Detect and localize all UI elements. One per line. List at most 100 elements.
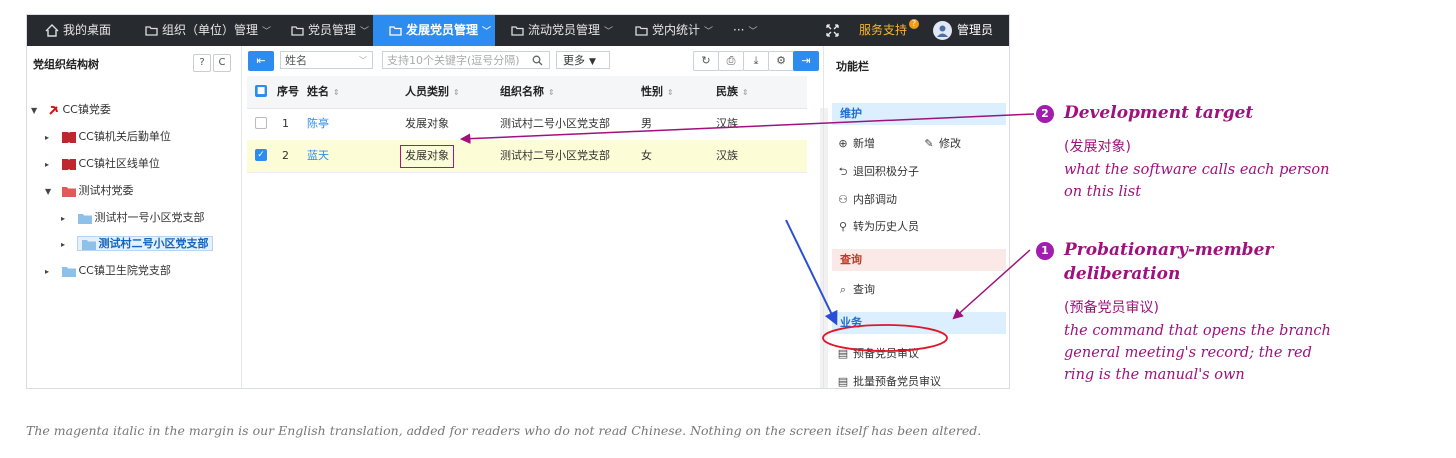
more-button[interactable]: 更多 ▼ (556, 51, 610, 69)
org-tree-panel: 党组织结构树 ? C ▼ CC镇党委 ▸ CC镇机关后勤单位 ▸ CC镇社区线单… (27, 46, 242, 388)
tree-node-test-village[interactable]: ▼ 测试村党委 (45, 181, 134, 201)
chevron-down-icon: ﹀ (604, 27, 614, 37)
folder-icon (81, 239, 96, 250)
return-activist-button[interactable]: ⮌ 退回积极分子 (836, 163, 919, 182)
annotation-line: the command that opens the branch (1064, 323, 1331, 339)
tree-node-branch-2[interactable]: ▸ 测试村二号小区党支部 (61, 234, 213, 254)
book-icon (61, 132, 76, 143)
sort-icon[interactable]: ⇕ (548, 88, 555, 97)
nav-desktop[interactable]: 我的桌面 (45, 15, 111, 46)
col-name[interactable]: 姓名 ⇕ (307, 76, 340, 109)
caret-down-icon[interactable]: ▼ (45, 182, 57, 202)
collapse-tree-button[interactable]: ⇤ (248, 51, 274, 71)
search-icon[interactable] (532, 55, 543, 66)
section-business: 业务 (832, 312, 1006, 334)
add-label: 新增 (853, 137, 875, 150)
service-support-link[interactable]: 服务支持 (859, 15, 907, 46)
sort-icon[interactable]: ⇕ (333, 88, 340, 97)
col-org[interactable]: 组织名称 ⇕ (500, 76, 555, 109)
annotation-line: on this list (1064, 184, 1142, 200)
tree-node-community[interactable]: ▸ CC镇社区线单位 (45, 154, 160, 174)
batch-probationary-review-button[interactable]: ▤ 批量预备党员审议 (836, 373, 941, 388)
caret-down-icon: ▼ (589, 57, 596, 67)
search-field-select[interactable]: 姓名 ﹀ (280, 51, 373, 69)
cell-ethnicity: 汉族 (716, 149, 738, 162)
row-checkbox[interactable]: ✓ (255, 149, 267, 161)
caret-right-icon[interactable]: ▸ (45, 128, 57, 148)
refresh-tree-button[interactable]: C (213, 54, 231, 72)
tree-node-label: CC镇卫生院党支部 (78, 264, 171, 277)
probationary-review-button[interactable]: ▤ 预备党员审议 (836, 345, 919, 361)
cell-org: 测试村二号小区党支部 (500, 117, 610, 130)
to-history-label: 转为历史人员 (853, 220, 919, 233)
settings-icon[interactable]: ⚙ (768, 51, 794, 71)
nav-development[interactable]: 发展党员管理 ﹀ (373, 15, 495, 46)
tree-node-logistics[interactable]: ▸ CC镇机关后勤单位 (45, 127, 171, 147)
export-icon[interactable]: ⤓ (743, 51, 769, 71)
cell-name-link[interactable]: 陈亭 (307, 108, 329, 140)
caret-right-icon[interactable]: ▸ (45, 262, 57, 282)
annotation-description: the command that opens the branch genera… (1064, 320, 1331, 386)
folder-icon (511, 26, 524, 36)
tree-node-selected[interactable]: 测试村二号小区党支部 (76, 236, 213, 251)
app-screenshot: 我的桌面 组织（单位）管理 ﹀ 党员管理 ﹀ 发展党员管理 ﹀ 流动党员管理 ﹀ 党内统… (26, 14, 1010, 389)
query-button[interactable]: ⌕ 查询 (836, 281, 875, 297)
table-row[interactable]: ✓ 2 蓝天 发展对象 测试村二号小区党支部 女 汉族 (247, 140, 807, 173)
nav-more[interactable]: ··· ﹀ (733, 15, 757, 46)
service-badge: ? (909, 19, 919, 29)
toggle-panel-icon[interactable]: ⇥ (793, 51, 819, 71)
search-field-value: 姓名 (285, 54, 307, 67)
tree-node-branch-1[interactable]: ▸ 测试村一号小区党支部 (61, 208, 205, 228)
table-header: ■ 序号 姓名 ⇕ 人员类别 ⇕ 组织名称 ⇕ 性别 ⇕ 民族 ⇕ (247, 76, 807, 109)
caret-right-icon[interactable]: ▸ (61, 235, 73, 255)
edit-button[interactable]: ✎ 修改 (922, 135, 961, 151)
annotation-title-line: Probationary-member (1064, 240, 1274, 260)
caret-right-icon[interactable]: ▸ (45, 155, 57, 175)
cell-org: 测试村二号小区党支部 (500, 149, 610, 162)
search-input[interactable]: 支持10个关键字(逗号分隔) (382, 51, 550, 69)
chevron-down-icon: ﹀ (704, 27, 714, 37)
nav-stats[interactable]: 党内统计 ﹀ (635, 15, 713, 46)
nav-development-label: 发展党员管理 (406, 23, 479, 37)
footnote: The magenta italic in the margin is our … (26, 423, 982, 438)
nav-mobile[interactable]: 流动党员管理 ﹀ (511, 15, 613, 46)
cell-name-link[interactable]: 蓝天 (307, 140, 329, 172)
party-emblem-icon (46, 103, 61, 117)
caret-right-icon[interactable]: ▸ (61, 209, 73, 229)
admin-name[interactable]: 管理员 (957, 15, 993, 46)
sort-icon[interactable]: ⇕ (667, 88, 674, 97)
search-placeholder: 支持10个关键字(逗号分隔) (387, 54, 520, 67)
refresh-icon[interactable]: ↻ (693, 51, 719, 71)
more-label: 更多 (563, 54, 585, 67)
fullscreen-icon[interactable] (826, 24, 839, 37)
search-icon: ⌕ (839, 283, 847, 296)
col-category-label: 人员类别 (405, 85, 449, 98)
sort-icon[interactable]: ⇕ (742, 88, 749, 97)
nav-member[interactable]: 党员管理 ﹀ (291, 15, 369, 46)
col-gender[interactable]: 性别 ⇕ (641, 76, 674, 109)
row-checkbox[interactable] (255, 117, 267, 129)
col-ethnicity-label: 民族 (716, 85, 738, 98)
caret-down-icon[interactable]: ▼ (31, 101, 43, 121)
select-all-checkbox[interactable]: ■ (255, 85, 267, 97)
cell-no: 2 (282, 149, 289, 162)
avatar[interactable] (933, 21, 952, 40)
annotation-number: 1 (1036, 242, 1054, 260)
table-row[interactable]: 1 陈亭 发展对象 测试村二号小区党支部 男 汉族 (247, 108, 807, 141)
cell-category: 发展对象 (405, 117, 449, 130)
tree-node-town[interactable]: ▼ CC镇党委 (31, 100, 111, 120)
help-button[interactable]: ? (193, 54, 211, 72)
print-icon[interactable]: ⎙ (718, 51, 744, 71)
to-history-button[interactable]: ⚲ 转为历史人员 (836, 218, 919, 234)
internal-transfer-button[interactable]: ⚇ 内部调动 (836, 191, 897, 207)
internal-transfer-label: 内部调动 (853, 193, 897, 206)
col-ethnicity[interactable]: 民族 ⇕ (716, 76, 749, 109)
book-icon (61, 159, 76, 170)
member-list-panel: ⇤ 姓名 ﹀ 支持10个关键字(逗号分隔) 更多 ▼ ↻ ⎙ ⤓ ⚙ ⇥ ■ 序号… (242, 46, 828, 388)
annotation-chinese: (预备党员审议) (1064, 300, 1159, 316)
sort-icon[interactable]: ⇕ (453, 88, 460, 97)
col-category[interactable]: 人员类别 ⇕ (405, 76, 460, 109)
tree-node-hospital[interactable]: ▸ CC镇卫生院党支部 (45, 261, 171, 281)
nav-org[interactable]: 组织（单位）管理 ﹀ (145, 15, 271, 46)
add-button[interactable]: ⊕ 新增 (836, 135, 875, 151)
